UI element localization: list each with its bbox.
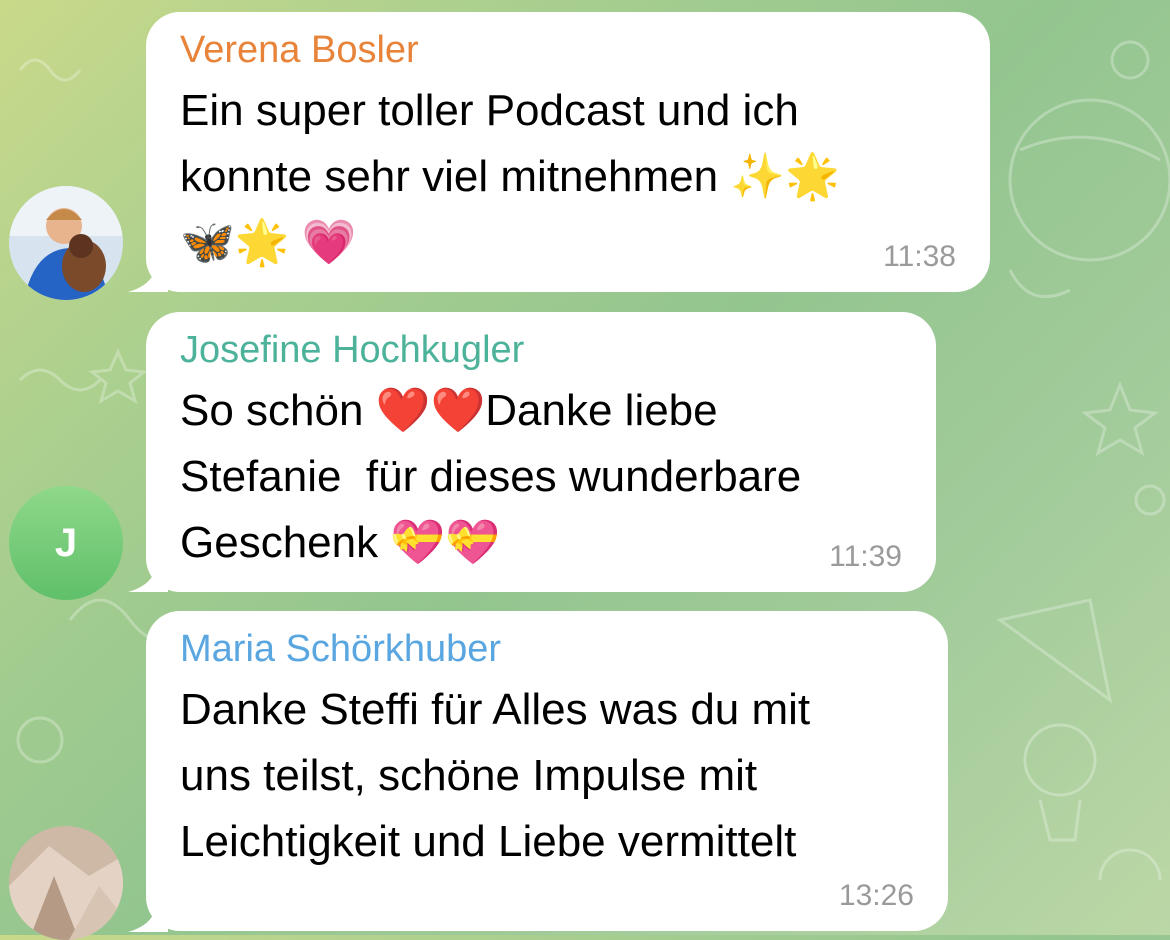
avatar-photo-icon [9, 186, 123, 300]
message-text: So schön ❤️❤️Danke liebe Stefanie für di… [180, 386, 802, 567]
sender-name[interactable]: Maria Schörkhuber [180, 627, 914, 671]
message-text: Ein super toller Podcast und ich konnte … [180, 86, 840, 267]
message-bubble[interactable]: Verena Bosler Ein super toller Podcast u… [146, 12, 990, 292]
message-time: 13:26 [838, 879, 914, 912]
avatar-verena[interactable] [9, 186, 123, 300]
message-bubble[interactable]: Maria Schörkhuber Danke Steffi für Alles… [146, 611, 948, 931]
avatar-maria[interactable] [9, 826, 123, 940]
avatar-initial: J [54, 520, 78, 565]
sender-name[interactable]: Josefine Hochkugler [180, 328, 902, 372]
message-text: Danke Steffi für Alles was du mit uns te… [180, 685, 811, 866]
avatar-photo-icon [9, 826, 123, 940]
avatar-josefine[interactable]: J [9, 486, 123, 600]
message-bubble[interactable]: Josefine Hochkugler So schön ❤️❤️Danke l… [146, 312, 936, 592]
message-time: 11:38 [883, 240, 956, 273]
message-time: 11:39 [829, 540, 902, 573]
sender-name[interactable]: Verena Bosler [180, 28, 956, 72]
